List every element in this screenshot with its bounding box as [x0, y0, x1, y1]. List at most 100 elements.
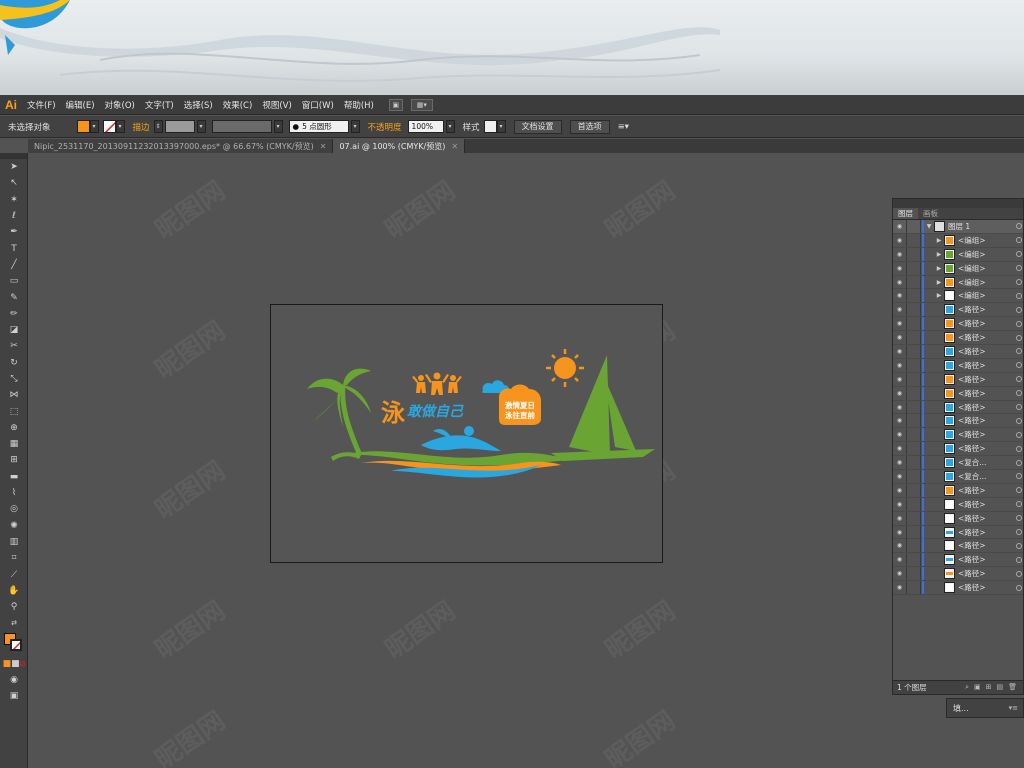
target-circle-icon[interactable] [1016, 320, 1022, 327]
layer-name[interactable]: <路径> [958, 402, 986, 413]
layer-row[interactable]: ◉ <路径> [893, 372, 1023, 387]
layer-name[interactable]: <路径> [958, 568, 986, 579]
blend-tool-icon[interactable]: ◎ [0, 501, 28, 517]
target-circle-icon[interactable] [1016, 223, 1022, 230]
menu-view[interactable]: 视图(V) [257, 99, 296, 111]
target-circle-icon[interactable] [1016, 570, 1022, 577]
variable-width-dropdown-icon[interactable]: ▾ [273, 120, 283, 133]
layer-name[interactable]: <编组> [958, 235, 986, 246]
layer-name[interactable]: <路径> [958, 443, 986, 454]
layer-name[interactable]: <路径> [958, 513, 986, 524]
selection-tool-icon[interactable]: ➤ [0, 159, 28, 175]
layer-row[interactable]: ◉ ▶ <编组> [893, 289, 1023, 304]
menu-effect[interactable]: 效果(C) [218, 99, 258, 111]
lock-toggle[interactable] [907, 303, 921, 317]
new-layer-icon[interactable]: ▤ [996, 683, 1003, 692]
lock-toggle[interactable] [907, 289, 921, 303]
eye-icon[interactable]: ◉ [893, 247, 907, 261]
layer-row[interactable]: ◉ <复合... [893, 456, 1023, 471]
lock-toggle[interactable] [907, 497, 921, 511]
lock-toggle[interactable] [907, 567, 921, 581]
target-circle-icon[interactable] [1016, 431, 1022, 438]
layer-name[interactable]: <路径> [958, 554, 986, 565]
layer-row[interactable]: ◉ <路径> [893, 525, 1023, 540]
menu-help[interactable]: 帮助(H) [339, 99, 379, 111]
target-circle-icon[interactable] [1016, 292, 1022, 299]
layer-name[interactable]: <编组> [958, 263, 986, 274]
eye-icon[interactable]: ◉ [893, 567, 907, 581]
lock-toggle[interactable] [907, 317, 921, 331]
locate-object-icon[interactable]: ⌕ [965, 683, 969, 692]
eye-icon[interactable]: ◉ [893, 525, 907, 539]
style-dropdown-icon[interactable]: ▾ [496, 120, 506, 133]
layer-name[interactable]: <编组> [958, 290, 986, 301]
delete-layer-icon[interactable]: 🗑 [1008, 683, 1017, 692]
eye-icon[interactable]: ◉ [893, 344, 907, 358]
document-tab-active[interactable]: 07.ai @ 100% (CMYK/预览) ✕ [333, 139, 466, 153]
column-graph-tool-icon[interactable]: ▥ [0, 534, 28, 550]
target-circle-icon[interactable] [1016, 279, 1022, 285]
layer-row[interactable]: ◉ <路径> [893, 442, 1023, 457]
lock-toggle[interactable] [907, 261, 921, 275]
target-circle-icon[interactable] [1016, 473, 1022, 480]
target-circle-icon[interactable] [1016, 348, 1022, 355]
eyedropper-tool-icon[interactable]: ⌇ [0, 485, 28, 501]
expand-triangle-icon[interactable]: ▶ [934, 265, 944, 272]
free-transform-tool-icon[interactable]: ⬚ [0, 403, 28, 419]
layers-panel-grip[interactable] [893, 199, 1023, 208]
layer-name[interactable]: <复合... [958, 457, 986, 468]
target-circle-icon[interactable] [1016, 237, 1022, 244]
artboard[interactable]: 激情夏日 泳往直前 泳 敢做自己 [270, 304, 663, 563]
layer-name[interactable]: <路径> [958, 346, 986, 357]
brush-field[interactable]: ● 5 点圆形 [288, 120, 349, 133]
type-tool-icon[interactable]: T [0, 240, 28, 256]
swap-colors-icon[interactable]: ⇄ [0, 615, 28, 631]
eye-icon[interactable]: ◉ [893, 483, 907, 497]
pen-tool-icon[interactable]: ✒ [0, 224, 28, 240]
layer-row[interactable]: ◉ <路径> [893, 539, 1023, 554]
layer-row[interactable]: ◉ <路径> [893, 303, 1023, 318]
menu-window[interactable]: 窗口(W) [297, 99, 339, 111]
eye-icon[interactable]: ◉ [893, 289, 907, 303]
style-swatch[interactable] [483, 120, 497, 133]
expand-triangle-icon[interactable]: ▶ [934, 237, 944, 244]
target-circle-icon[interactable] [1016, 417, 1022, 424]
eye-icon[interactable]: ◉ [893, 358, 907, 372]
menu-object[interactable]: 对象(O) [100, 99, 140, 111]
layer-name[interactable]: <路径> [958, 374, 986, 385]
arrange-menu-icon[interactable]: ≡▾ [614, 122, 633, 132]
slice-tool-icon[interactable]: ⟋ [0, 566, 28, 582]
eye-icon[interactable]: ◉ [893, 219, 907, 233]
gradient-tool-icon[interactable]: ▬ [0, 469, 28, 485]
menu-type[interactable]: 文字(T) [140, 99, 179, 111]
stroke-label[interactable]: 描边 [129, 121, 154, 133]
panel-menu-icon[interactable]: ▾≡ [1009, 704, 1023, 712]
layer-name[interactable]: <路径> [958, 360, 986, 371]
eye-icon[interactable]: ◉ [893, 581, 907, 595]
rectangle-tool-icon[interactable]: ▭ [0, 273, 28, 289]
layer-row[interactable]: ◉ <路径> [893, 553, 1023, 568]
shape-builder-tool-icon[interactable]: ⊕ [0, 420, 28, 436]
target-circle-icon[interactable] [1016, 487, 1022, 494]
opacity-field[interactable]: 100% [407, 120, 444, 133]
layer-row[interactable]: ◉ <路径> [893, 511, 1023, 526]
hand-tool-icon[interactable]: ✋ [0, 583, 28, 599]
lock-toggle[interactable] [907, 525, 921, 539]
menu-file[interactable]: 文件(F) [22, 99, 61, 111]
target-circle-icon[interactable] [1016, 265, 1022, 272]
layer-row[interactable]: ◉ <路径> [893, 567, 1023, 582]
lock-toggle[interactable] [907, 483, 921, 497]
eye-icon[interactable]: ◉ [893, 233, 907, 247]
eye-icon[interactable]: ◉ [893, 372, 907, 386]
stroke-dropdown-icon[interactable]: ▾ [115, 120, 125, 133]
eye-icon[interactable]: ◉ [893, 456, 907, 470]
lock-toggle[interactable] [907, 539, 921, 553]
color-mode-icons[interactable]: ■■⧄ [0, 656, 28, 672]
target-circle-icon[interactable] [1016, 306, 1022, 313]
expand-triangle-icon[interactable]: ▶ [934, 279, 944, 286]
target-circle-icon[interactable] [1016, 334, 1022, 341]
layer-row[interactable]: ◉ <路径> [893, 317, 1023, 332]
lock-toggle[interactable] [907, 581, 921, 595]
symbol-sprayer-tool-icon[interactable]: ✺ [0, 518, 28, 534]
layer-row[interactable]: ◉ <路径> [893, 414, 1023, 429]
